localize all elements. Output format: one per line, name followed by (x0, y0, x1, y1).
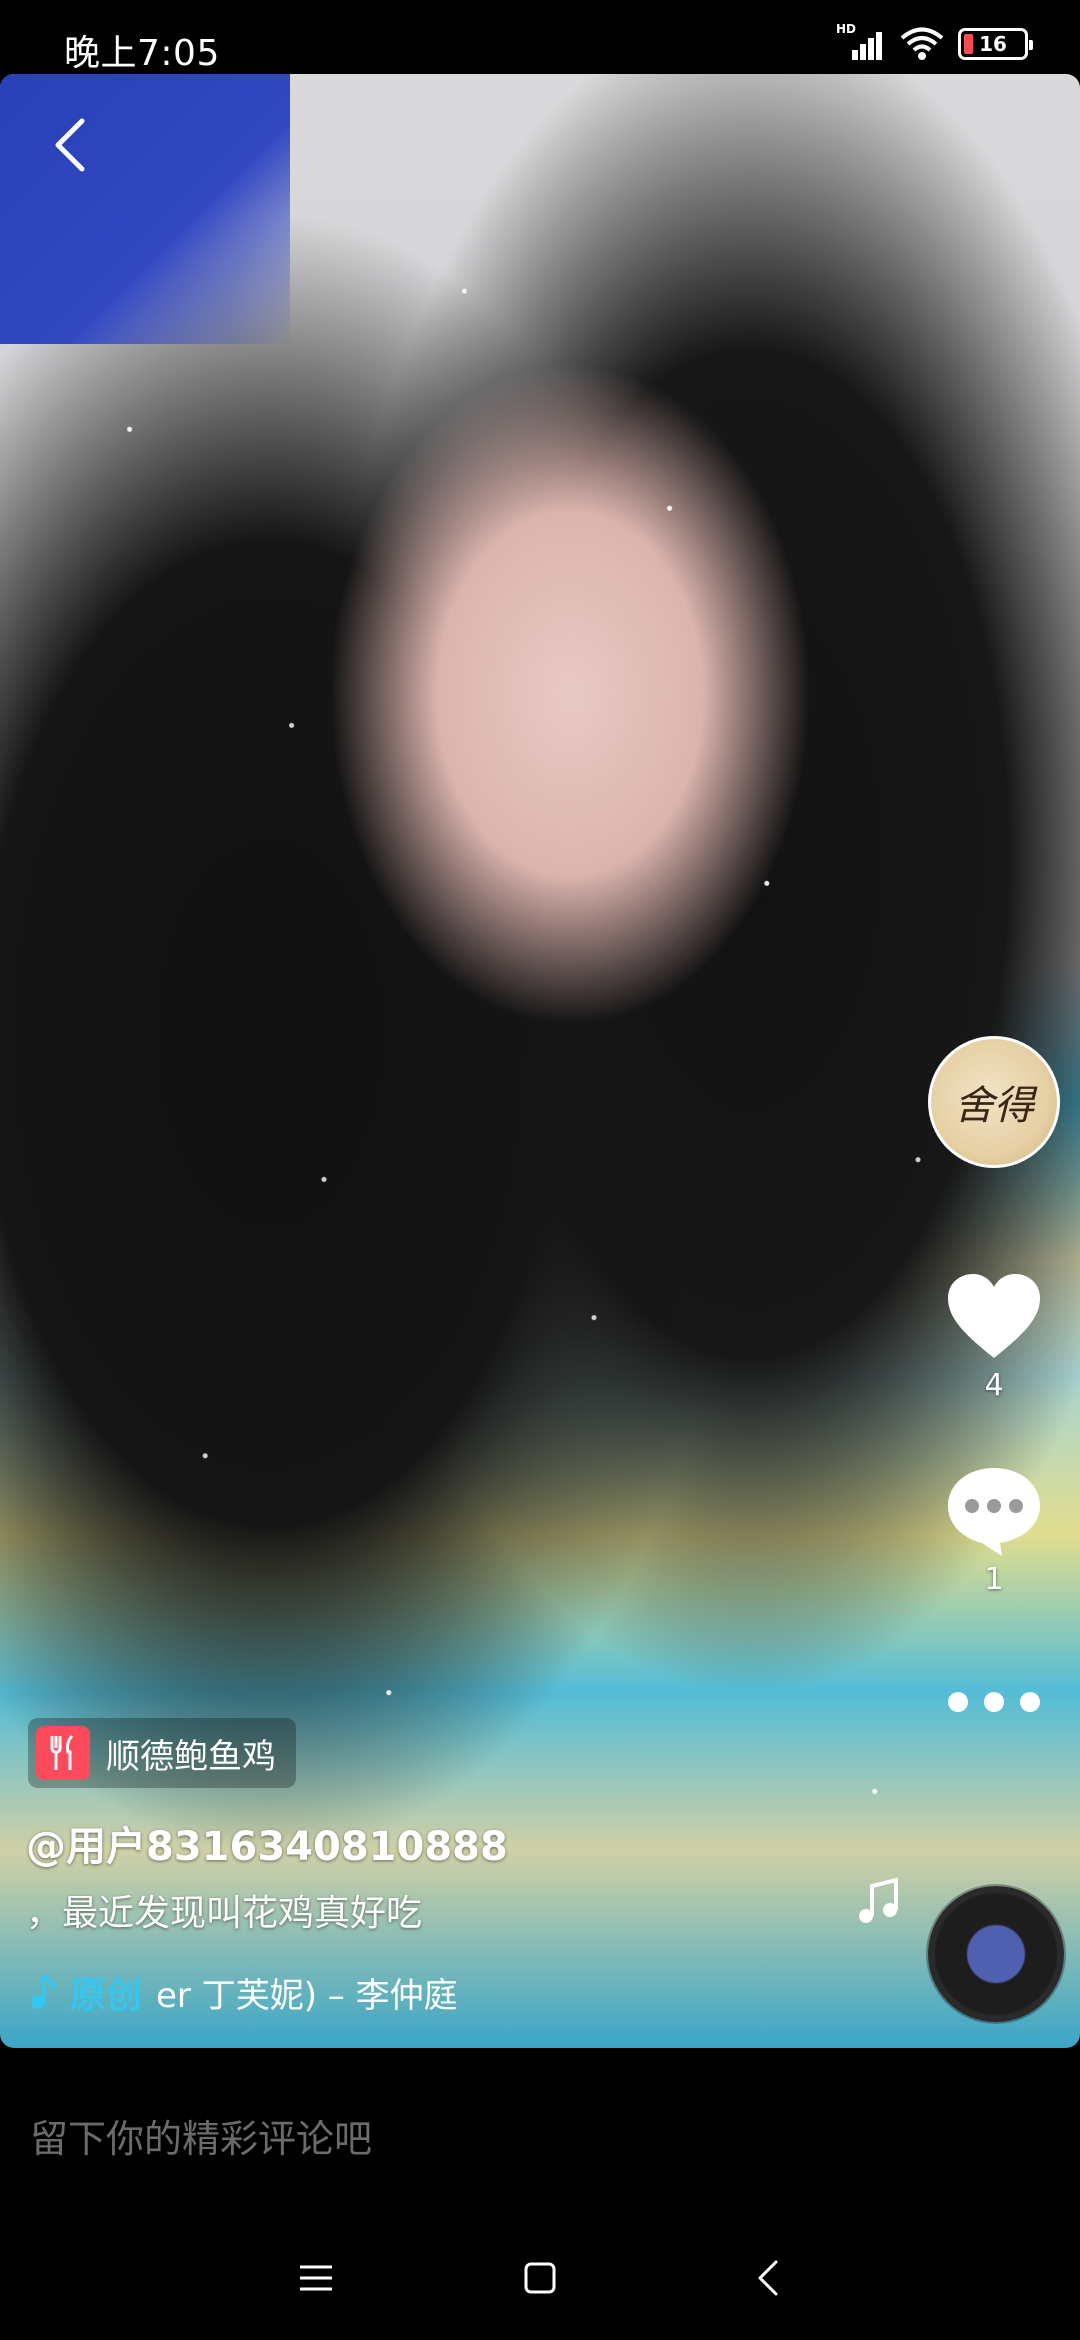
wifi-icon (900, 27, 944, 60)
network-label: HD (836, 22, 857, 36)
battery-icon: 16 (958, 28, 1033, 60)
nav-back-button[interactable] (738, 2248, 798, 2308)
battery-level: 16 (979, 32, 1007, 56)
nav-menu-button[interactable] (286, 2248, 346, 2308)
music-note-small-icon (31, 1974, 56, 2009)
chat-bubble-icon (948, 1468, 1040, 1556)
comment-bar: 留下你的精彩评论吧 (0, 2048, 1080, 2212)
heart-icon (948, 1274, 1040, 1358)
poi-tag[interactable]: 顺德鲍鱼鸡 (28, 1718, 296, 1788)
creator-avatar-text: 舍得 (954, 1083, 1034, 1129)
music-disc[interactable] (928, 1886, 1064, 2022)
comment-input[interactable]: 留下你的精彩评论吧 (30, 2108, 372, 2163)
status-icons: HD 16 (836, 22, 1033, 64)
menu-icon (300, 2265, 332, 2291)
more-dots-icon (948, 1692, 1040, 1712)
poi-label: 顺德鲍鱼鸡 (106, 1736, 276, 1777)
back-arrow-icon (758, 2260, 778, 2296)
fork-knife-icon (36, 1726, 90, 1780)
music-original-label: 原创 (70, 1975, 143, 2016)
creator-avatar[interactable]: 舍得 (928, 1036, 1060, 1168)
music-note-icon (859, 1877, 898, 1923)
signal-icon: HD (836, 22, 886, 62)
music-info[interactable]: 原创 er 丁芙妮) – 李仲庭 (30, 1966, 458, 2018)
music-title: er 丁芙妮) – 李仲庭 (156, 1975, 458, 2016)
home-square-icon (524, 2262, 556, 2294)
caption: ，最近发现叫花鸡真好吃 (26, 1893, 423, 1934)
comment-count: 1 (984, 1562, 1004, 1597)
nav-home-button[interactable] (510, 2248, 570, 2308)
like-button[interactable]: 4 (938, 1270, 1050, 1403)
comment-button[interactable]: 1 (938, 1464, 1050, 1597)
username[interactable]: @用户8316340810888 (26, 1814, 508, 1872)
back-button[interactable] (40, 110, 100, 180)
chevron-left-icon (55, 118, 85, 172)
more-button[interactable] (938, 1690, 1050, 1714)
navigation-bar (0, 2212, 1080, 2340)
status-time: 晚上7:05 (64, 33, 220, 74)
status-bar: 晚上7:05 HD 16 (0, 0, 1080, 74)
like-count: 4 (984, 1368, 1004, 1403)
